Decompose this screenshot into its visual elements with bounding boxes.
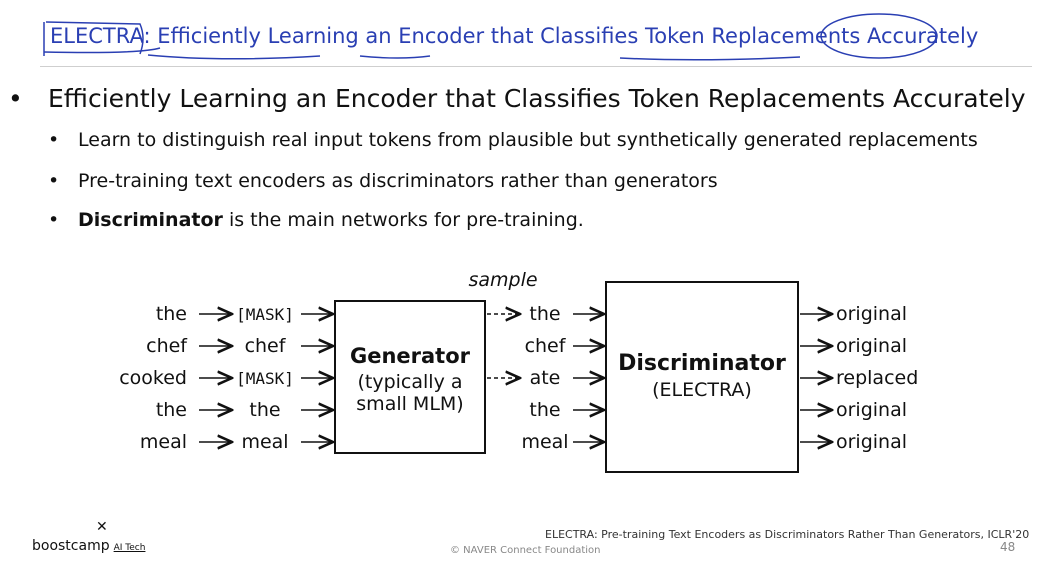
electra-diagram: the [MASK] the original chef chef chef original… [119, 269, 918, 473]
sampled-token: meal [521, 431, 568, 453]
output-label: original [836, 303, 907, 325]
generator-subtitle: small MLM) [356, 393, 463, 415]
masked-token: [MASK] [236, 369, 294, 388]
logo-text: boostcamp [32, 538, 110, 554]
sampled-token: ate [530, 367, 561, 389]
masked-token: chef [245, 335, 287, 357]
output-label: original [836, 399, 907, 421]
masked-token: [MASK] [236, 305, 294, 324]
generator-title: Generator [350, 344, 471, 368]
input-token: cooked [119, 367, 187, 389]
boostcamp-logo: boostcamp AI Tech [32, 538, 145, 554]
discriminator-subtitle: (ELECTRA) [652, 379, 752, 401]
discriminator-box [605, 281, 799, 473]
page-number: 48 [1000, 540, 1016, 554]
sampled-token: chef [525, 335, 567, 357]
logo-mark-icon: ✕ [96, 519, 108, 535]
sampled-token: the [529, 303, 560, 325]
output-label: original [836, 431, 907, 453]
logo-subtext: AI Tech [113, 543, 146, 553]
citation: ELECTRA: Pre-training Text Encoders as D… [545, 528, 1030, 541]
masked-token: meal [241, 431, 288, 453]
masked-token: the [249, 399, 280, 421]
output-label: original [836, 335, 907, 357]
input-token: chef [146, 335, 188, 357]
input-token: the [156, 303, 187, 325]
output-label: replaced [836, 367, 918, 389]
sample-label: sample [468, 269, 537, 291]
generator-subtitle: (typically a [357, 371, 462, 393]
discriminator-title: Discriminator [618, 351, 786, 376]
input-token: meal [140, 431, 187, 453]
input-token: the [156, 399, 187, 421]
copyright: © NAVER Connect Foundation [450, 545, 601, 556]
sampled-token: the [529, 399, 560, 421]
